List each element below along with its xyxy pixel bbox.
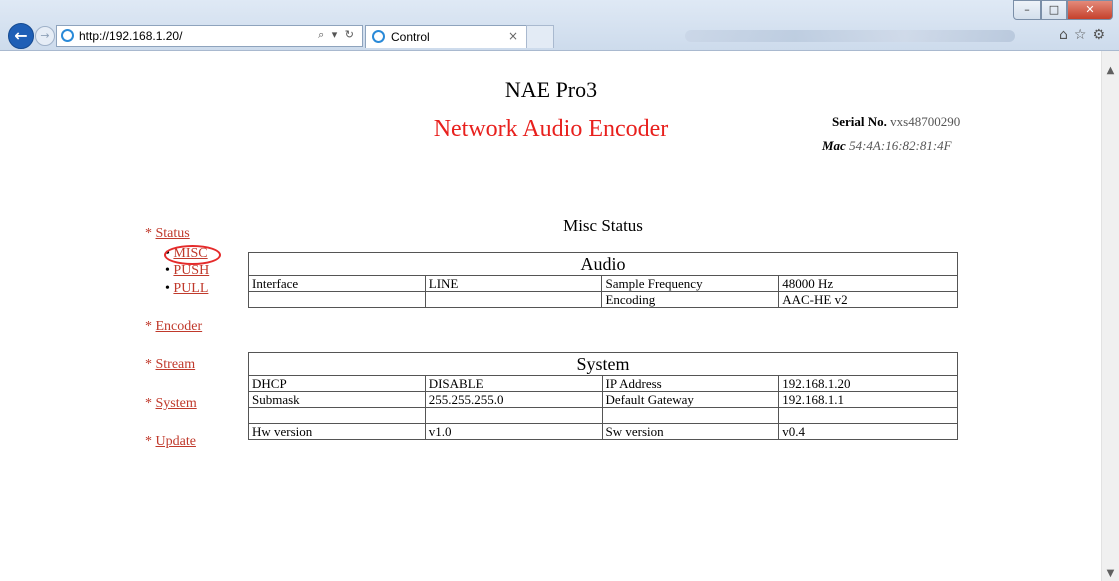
toolbar-icons: ⌂☆⚙ bbox=[1059, 27, 1111, 43]
forward-arrow-icon[interactable]: → bbox=[35, 26, 55, 46]
table-cell bbox=[248, 291, 426, 308]
table-row bbox=[248, 407, 958, 424]
table-cell: Sample Frequency bbox=[601, 275, 780, 292]
tab-favicon-icon bbox=[372, 30, 385, 43]
table-cell: v0.4 bbox=[778, 423, 958, 440]
nav-update: * Update bbox=[145, 434, 196, 449]
table-cell bbox=[424, 291, 603, 308]
serial-value: vxs48700290 bbox=[890, 114, 961, 129]
tab-title: Control bbox=[391, 30, 430, 44]
window-controls: – □ ✕ bbox=[1013, 0, 1113, 20]
browser-chrome: ← → http://192.168.1.20/ ⌕ ▾ ↻ Control ×… bbox=[0, 0, 1119, 51]
nav-sub-pull: • PULL bbox=[165, 281, 209, 296]
table-cell: 192.168.1.1 bbox=[778, 391, 958, 408]
nav-link-encoder[interactable]: Encoder bbox=[156, 319, 203, 334]
table-row: Encoding AAC-HE v2 bbox=[248, 291, 958, 308]
mac-address: Mac 54:4A:16:82:81:4F bbox=[822, 138, 952, 154]
tab-close-icon[interactable]: × bbox=[508, 29, 518, 43]
system-table: System DHCP DISABLE IP Address 192.168.1… bbox=[248, 352, 958, 440]
table-cell: Submask bbox=[248, 391, 426, 408]
mac-value: 54:4A:16:82:81:4F bbox=[849, 138, 952, 153]
table-cell bbox=[248, 407, 426, 424]
toolbar-blurred-area bbox=[685, 30, 1015, 42]
table-cell: DHCP bbox=[248, 375, 426, 392]
table-cell bbox=[601, 407, 780, 424]
serial-label: Serial No. bbox=[832, 114, 887, 129]
ie-logo-icon bbox=[61, 29, 74, 42]
favorites-star-icon[interactable]: ☆ bbox=[1074, 27, 1093, 43]
audio-table: Audio Interface LINE Sample Frequency 48… bbox=[248, 252, 958, 308]
table-cell: LINE bbox=[424, 275, 603, 292]
minimize-icon[interactable]: – bbox=[1013, 0, 1041, 20]
nav-status: * Status bbox=[145, 226, 190, 242]
address-controls-icon[interactable]: ⌕ ▾ ↻ bbox=[318, 28, 356, 42]
table-cell: AAC-HE v2 bbox=[778, 291, 958, 308]
close-window-icon[interactable]: ✕ bbox=[1067, 0, 1113, 20]
table-cell: Default Gateway bbox=[601, 391, 780, 408]
scroll-down-arrow-icon[interactable]: ▼ bbox=[1102, 568, 1119, 579]
table-cell: IP Address bbox=[601, 375, 780, 392]
audio-table-title: Audio bbox=[248, 252, 958, 276]
nav-link-stream[interactable]: Stream bbox=[156, 357, 196, 372]
scroll-up-arrow-icon[interactable]: ▲ bbox=[1102, 65, 1119, 76]
table-cell: Interface bbox=[248, 275, 426, 292]
table-cell bbox=[778, 407, 958, 424]
table-cell: Encoding bbox=[601, 291, 780, 308]
nav-system: * System bbox=[145, 396, 197, 411]
mac-label: Mac bbox=[822, 138, 846, 153]
address-bar[interactable]: http://192.168.1.20/ ⌕ ▾ ↻ bbox=[56, 25, 363, 47]
misc-highlight-ring bbox=[164, 245, 221, 265]
table-cell: 48000 Hz bbox=[778, 275, 958, 292]
nav-link-system[interactable]: System bbox=[156, 396, 197, 411]
table-cell bbox=[424, 407, 603, 424]
new-tab-button[interactable] bbox=[526, 25, 554, 48]
settings-gear-icon[interactable]: ⚙ bbox=[1092, 27, 1111, 43]
audio-header-row: Audio bbox=[248, 252, 958, 276]
browser-tab-control[interactable]: Control × bbox=[365, 25, 527, 48]
table-cell: v1.0 bbox=[424, 423, 603, 440]
page-title: NAE Pro3 bbox=[504, 77, 598, 102]
nav-encoder: * Encoder bbox=[145, 319, 203, 334]
table-row: DHCP DISABLE IP Address 192.168.1.20 bbox=[248, 375, 958, 392]
back-arrow-icon[interactable]: ← bbox=[8, 23, 34, 49]
nav-link-update[interactable]: Update bbox=[156, 434, 196, 449]
table-row: Submask 255.255.255.0 Default Gateway 19… bbox=[248, 391, 958, 408]
nav-link-push[interactable]: PUSH bbox=[173, 263, 209, 278]
table-cell: 255.255.255.0 bbox=[424, 391, 603, 408]
vertical-scrollbar[interactable]: ▲ ▼ bbox=[1101, 51, 1119, 581]
address-url[interactable]: http://192.168.1.20/ bbox=[79, 29, 182, 43]
serial-number: Serial No. vxs48700290 bbox=[832, 114, 960, 130]
maximize-icon[interactable]: □ bbox=[1041, 0, 1067, 20]
home-icon[interactable]: ⌂ bbox=[1059, 27, 1074, 43]
nav-link-pull[interactable]: PULL bbox=[173, 281, 208, 296]
nav-stream: * Stream bbox=[145, 357, 196, 372]
nav-sub-push: • PUSH bbox=[165, 263, 210, 278]
system-table-title: System bbox=[248, 352, 958, 376]
bullet-star: * bbox=[145, 226, 156, 241]
table-row: Hw version v1.0 Sw version v0.4 bbox=[248, 423, 958, 440]
table-row: Interface LINE Sample Frequency 48000 Hz bbox=[248, 275, 958, 292]
nav-link-status[interactable]: Status bbox=[156, 226, 190, 241]
table-cell: 192.168.1.20 bbox=[778, 375, 958, 392]
table-cell: Sw version bbox=[601, 423, 780, 440]
table-cell: Hw version bbox=[248, 423, 426, 440]
system-header-row: System bbox=[248, 352, 958, 376]
table-cell: DISABLE bbox=[424, 375, 603, 392]
